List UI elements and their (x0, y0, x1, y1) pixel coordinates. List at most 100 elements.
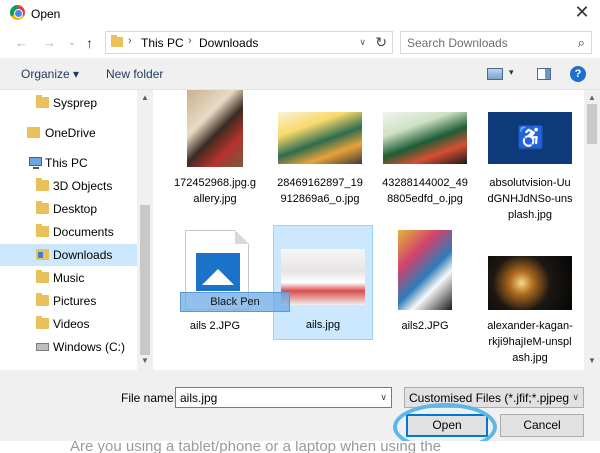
scroll-down-icon[interactable]: ▼ (588, 356, 596, 365)
forward-arrow-icon[interactable]: → (43, 35, 56, 50)
computer-icon (29, 157, 42, 169)
view-dropdown-icon[interactable]: ▾ (509, 67, 514, 78)
file-name: 172452968.jpg.g allery.jpg (174, 177, 256, 205)
sidebar-item-label: OneDrive (45, 126, 96, 140)
file-item[interactable]: 172452968.jpg.g allery.jpg (165, 90, 265, 215)
help-icon[interactable]: ? (570, 66, 586, 82)
desktop-folder-icon (36, 201, 49, 214)
sidebar-item-label: Pictures (53, 294, 97, 308)
search-icon[interactable]: ⌕ (578, 35, 585, 51)
scroll-down-icon[interactable]: ▼ (141, 356, 149, 365)
file-thumbnail: ♿ (488, 112, 572, 164)
file-item[interactable]: 28469162897_19 912869a6_o.jpg (270, 90, 370, 215)
breadcrumb-separator: › (128, 35, 132, 47)
downloads-folder-icon (111, 35, 123, 47)
sidebar-item-this-pc[interactable]: This PC (0, 152, 137, 174)
change-view-icon[interactable] (487, 68, 503, 80)
preview-pane-icon[interactable] (537, 68, 551, 80)
sidebar-item-documents[interactable]: Documents (0, 221, 137, 243)
file-thumbnail (187, 90, 243, 167)
sidebar-item-label: This PC (45, 156, 88, 170)
file-item[interactable]: ails2.JPG (375, 230, 475, 340)
file-list: 172452968.jpg.g allery.jpg 28469162897_19… (153, 90, 584, 370)
new-folder-button[interactable]: New folder (106, 67, 163, 81)
music-folder-icon (36, 270, 49, 283)
cancel-button[interactable]: Cancel (500, 414, 584, 437)
scrollbar-thumb[interactable] (587, 104, 597, 144)
file-name: 28469162897_19 912869a6_o.jpg (277, 177, 363, 205)
chevron-down-icon[interactable]: ∨ (572, 392, 579, 403)
file-thumbnail (278, 112, 362, 164)
background-text: Are you using a tablet/phone or a laptop… (70, 441, 442, 453)
sidebar-item-label: Music (53, 271, 85, 285)
sidebar-item-windows-c[interactable]: Windows (C:) (0, 336, 137, 358)
file-name: ails 2.JPG (189, 320, 241, 332)
recent-locations-icon[interactable]: ⌄ (68, 37, 76, 48)
file-name: ails2.JPG (401, 320, 449, 332)
command-toolbar: Organize ▾ New folder ▾ ? (0, 59, 600, 89)
back-arrow-icon[interactable]: ← (15, 35, 28, 50)
folder-3d-icon (36, 178, 49, 191)
scroll-up-icon[interactable]: ▲ (141, 93, 149, 102)
scroll-up-icon[interactable]: ▲ (588, 93, 596, 102)
file-name-label: File name: (121, 391, 178, 405)
pictures-folder-icon (36, 293, 49, 306)
file-name: alexander-kagan-rkji9hajIeM-unspl ash.jpg (487, 320, 573, 364)
file-list-scrollbar[interactable]: ▲ ▼ (584, 90, 600, 370)
downloads-folder-icon (36, 249, 49, 260)
sidebar-item-desktop[interactable]: Desktop (0, 198, 137, 220)
file-item[interactable]: ♿ absolutvision-Uu dGNHJdNSo-uns plash.jpg (480, 90, 580, 225)
organize-button[interactable]: Organize ▾ (21, 67, 79, 81)
sidebar-item-downloads[interactable]: Downloads (0, 244, 137, 266)
sidebar-item-label: Downloads (53, 248, 113, 262)
file-name-value: ails.jpg (180, 391, 218, 405)
file-name-input[interactable]: ails.jpg ∨ (175, 387, 392, 408)
refresh-icon[interactable]: ↻ (375, 34, 387, 51)
title-bar: Open ✕ (0, 0, 600, 28)
drag-preview: Black Pen (180, 292, 290, 312)
open-file-dialog: Open ✕ ← → ⌄ ↑ › This PC › Downloads ∨ ↻… (0, 0, 600, 453)
file-thumbnail (488, 256, 572, 310)
window-title: Open (31, 7, 61, 21)
documents-folder-icon (36, 224, 49, 237)
sidebar-item-videos[interactable]: Videos (0, 313, 137, 335)
file-name: absolutvision-Uu dGNHJdNSo-uns plash.jpg (487, 177, 573, 221)
dialog-body: Sysprep OneDrive This PC 3D Objects Desk… (0, 89, 600, 370)
file-item[interactable]: ails 2.JPG (165, 230, 265, 340)
file-thumbnail (281, 249, 365, 305)
up-arrow-icon[interactable]: ↑ (86, 35, 93, 51)
sidebar-item-label: Windows (C:) (53, 340, 126, 354)
scrollbar-thumb[interactable] (140, 205, 150, 355)
chrome-icon (10, 5, 25, 20)
breadcrumb-this-pc[interactable]: This PC (141, 36, 184, 50)
breadcrumb-downloads[interactable]: Downloads (199, 36, 258, 50)
breadcrumb-separator: › (188, 35, 192, 47)
file-name: ails.jpg (305, 319, 341, 331)
close-button[interactable]: ✕ (572, 3, 592, 23)
navigation-scrollbar[interactable]: ▲ ▼ (137, 90, 153, 370)
videos-folder-icon (36, 316, 49, 329)
file-item[interactable]: 43288144002_49 8805edfd_o.jpg (375, 90, 475, 215)
sidebar-item-sysprep[interactable]: Sysprep (0, 92, 137, 114)
chevron-down-icon[interactable]: ∨ (380, 392, 387, 403)
accessibility-icon: ♿ (517, 125, 545, 150)
drag-preview-label: Black Pen (210, 296, 260, 308)
sidebar-item-label: 3D Objects (53, 179, 113, 193)
file-item-selected[interactable]: ails.jpg (273, 225, 373, 340)
address-bar[interactable]: › This PC › Downloads ∨ ↻ (105, 31, 393, 54)
sidebar-item-onedrive[interactable]: OneDrive (0, 122, 137, 144)
sidebar-item-label: Documents (53, 225, 114, 239)
file-thumbnail (398, 230, 452, 310)
background-page-strip: Are you using a tablet/phone or a laptop… (0, 441, 600, 453)
photo-tile-icon (196, 253, 240, 291)
file-item[interactable]: alexander-kagan-rkji9hajIeM-unspl ash.jpg (480, 230, 580, 370)
address-dropdown-icon[interactable]: ∨ (359, 37, 366, 48)
sidebar-item-music[interactable]: Music (0, 267, 137, 289)
drive-icon (36, 343, 49, 351)
file-thumbnail (383, 112, 467, 164)
sidebar-item-pictures[interactable]: Pictures (0, 290, 137, 312)
folder-icon (36, 95, 49, 108)
sidebar-item-3d-objects[interactable]: 3D Objects (0, 175, 137, 197)
search-input[interactable]: Search Downloads ⌕ (400, 31, 592, 54)
sidebar-item-label: Videos (53, 317, 90, 331)
